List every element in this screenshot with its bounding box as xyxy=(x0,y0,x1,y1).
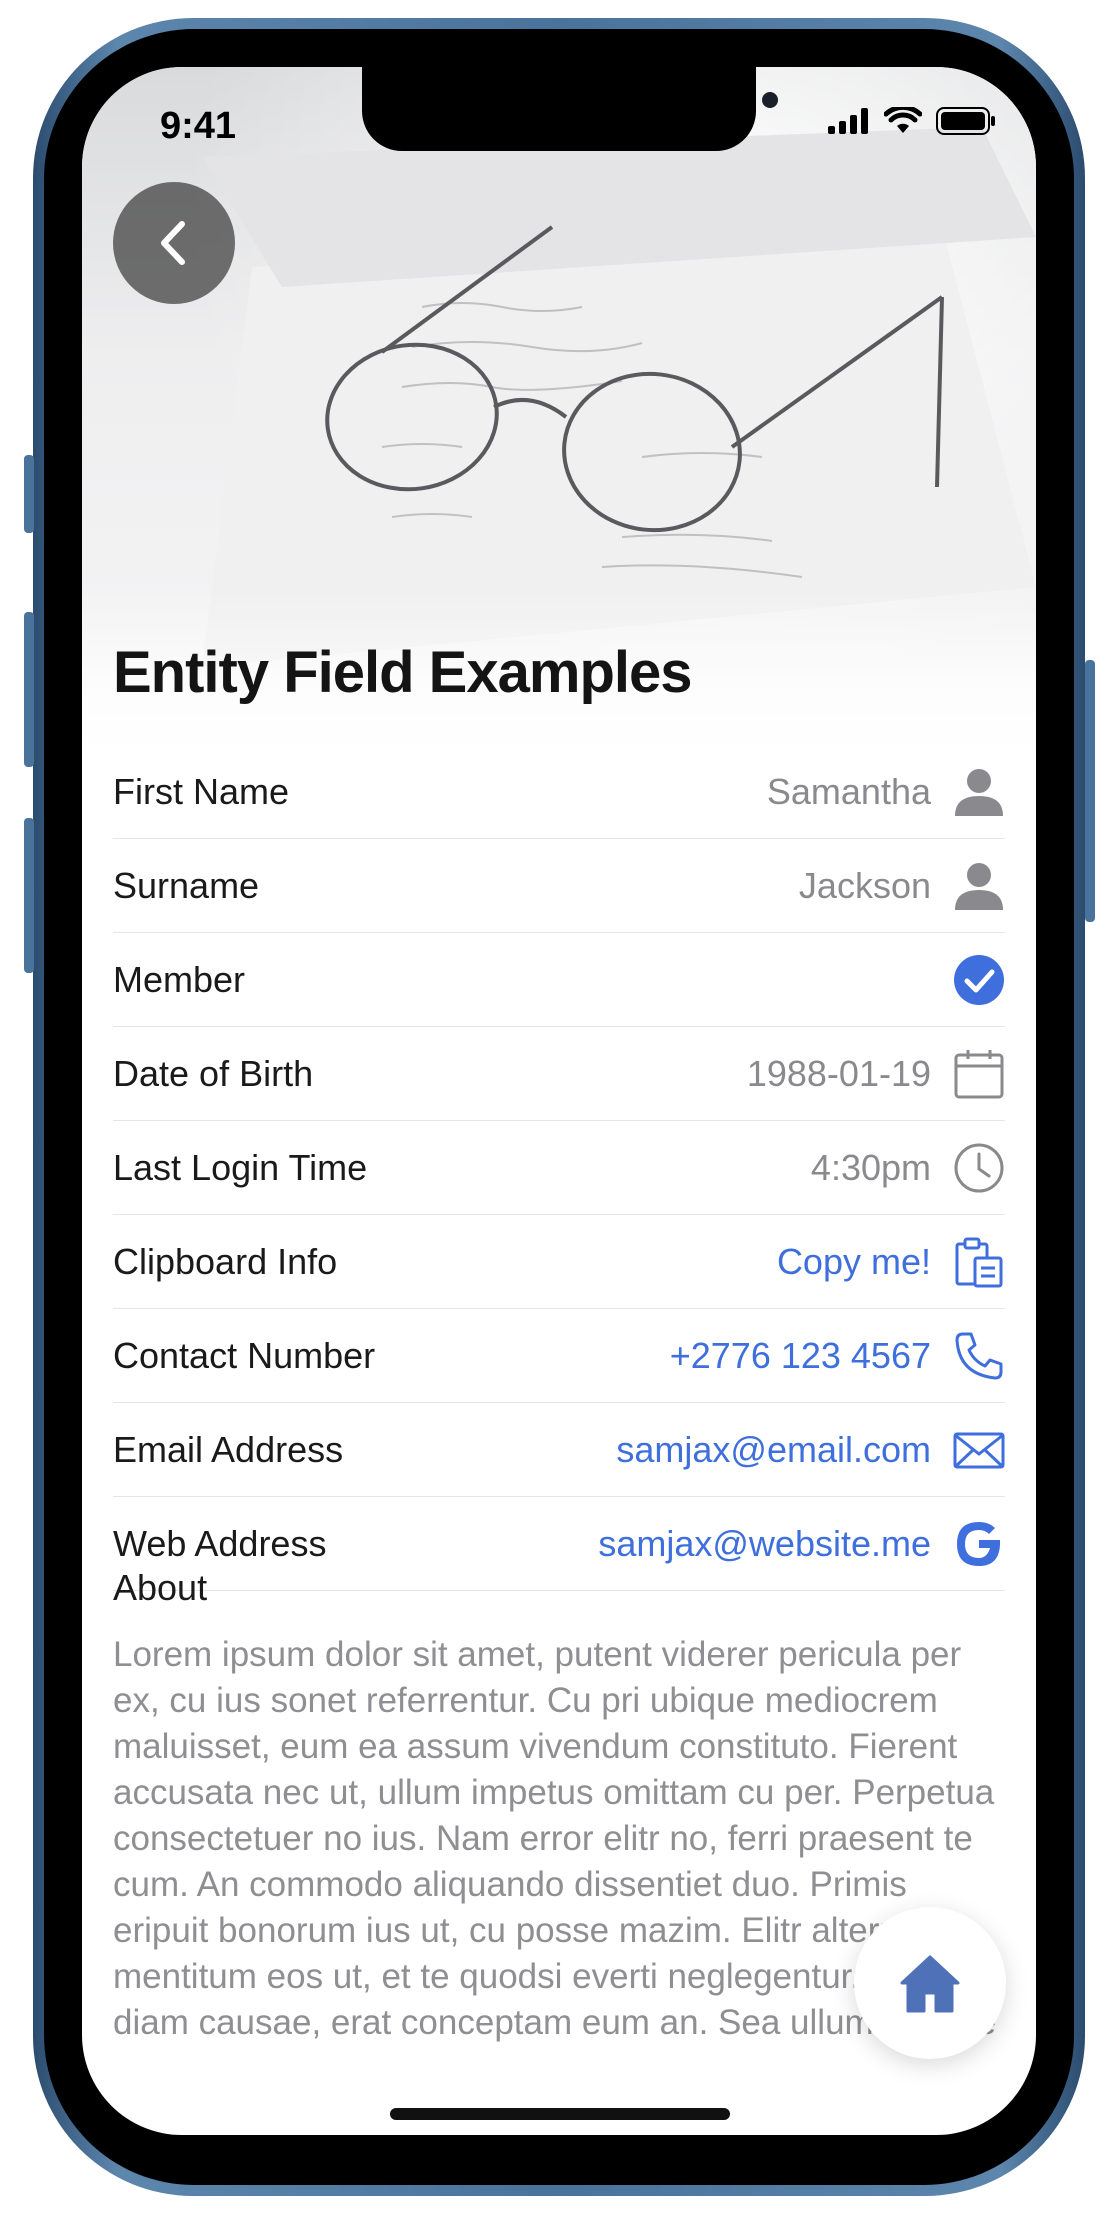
field-value: Jackson xyxy=(798,864,931,906)
action-button xyxy=(24,455,34,533)
field-label: Contact Number xyxy=(113,1334,376,1376)
about-label: About xyxy=(113,1567,208,1608)
field-value: 4:30pm xyxy=(810,1146,931,1188)
volume-up-button xyxy=(24,612,34,767)
battery-icon xyxy=(936,107,995,135)
person-icon xyxy=(953,860,1005,912)
person-icon xyxy=(953,766,1005,818)
field-row-date-of-birth[interactable]: Date of Birth 1988-01-19 xyxy=(113,1027,1005,1121)
field-row-clipboard-info[interactable]: Clipboard Info Copy me! xyxy=(113,1215,1005,1309)
calendar-icon xyxy=(953,1048,1005,1100)
phone-icon[interactable] xyxy=(953,1330,1005,1382)
field-label: Web Address xyxy=(113,1522,327,1564)
clock-icon xyxy=(953,1142,1005,1194)
field-row-last-login-time[interactable]: Last Login Time 4:30pm xyxy=(113,1121,1005,1215)
field-label: Date of Birth xyxy=(113,1052,314,1094)
wifi-icon xyxy=(884,107,922,133)
field-list: First Name Samantha Surname Jackson Memb… xyxy=(113,745,1005,1591)
back-button[interactable] xyxy=(113,182,235,304)
field-row-first-name[interactable]: First Name Samantha xyxy=(113,745,1005,839)
field-label: First Name xyxy=(113,770,290,812)
chevron-left-icon xyxy=(161,221,185,265)
clipboard-icon[interactable] xyxy=(953,1236,1005,1288)
field-label: Clipboard Info xyxy=(113,1240,338,1282)
status-icons xyxy=(828,107,996,135)
page-title: Entity Field Examples xyxy=(113,640,693,705)
envelope-icon[interactable] xyxy=(953,1424,1005,1476)
field-label: Member xyxy=(113,958,246,1000)
checkmark-circle-icon[interactable] xyxy=(953,954,1005,1006)
power-button xyxy=(1085,660,1095,922)
field-row-email-address[interactable]: Email Address samjax@email.com xyxy=(113,1403,1005,1497)
field-value: 1988-01-19 xyxy=(746,1052,931,1094)
front-camera-icon xyxy=(762,92,778,108)
field-label: Surname xyxy=(113,864,260,906)
status-time: 9:41 xyxy=(160,105,237,147)
home-button[interactable] xyxy=(854,1907,1006,2059)
field-row-web-address[interactable]: Web Address samjax@website.me xyxy=(113,1497,1005,1591)
home-indicator[interactable] xyxy=(390,2108,730,2120)
app-screen: 9:41 Entity Field Examples First Name Sa… xyxy=(82,67,1036,2135)
web-link[interactable]: samjax@website.me xyxy=(598,1523,931,1565)
field-value: Samantha xyxy=(766,770,931,812)
email-link[interactable]: samjax@email.com xyxy=(616,1429,931,1471)
field-label: Email Address xyxy=(113,1428,344,1470)
google-icon[interactable] xyxy=(953,1518,1005,1570)
dynamic-notch xyxy=(362,67,778,151)
home-icon xyxy=(900,1955,960,2013)
cellular-signal-icon xyxy=(828,108,868,134)
volume-down-button xyxy=(24,818,34,973)
copy-link[interactable]: Copy me! xyxy=(777,1241,931,1283)
field-label: Last Login Time xyxy=(113,1146,368,1188)
phone-link[interactable]: +2776 123 4567 xyxy=(670,1335,931,1377)
field-row-member[interactable]: Member xyxy=(113,933,1005,1027)
field-row-surname[interactable]: Surname Jackson xyxy=(113,839,1005,933)
field-row-contact-number[interactable]: Contact Number +2776 123 4567 xyxy=(113,1309,1005,1403)
